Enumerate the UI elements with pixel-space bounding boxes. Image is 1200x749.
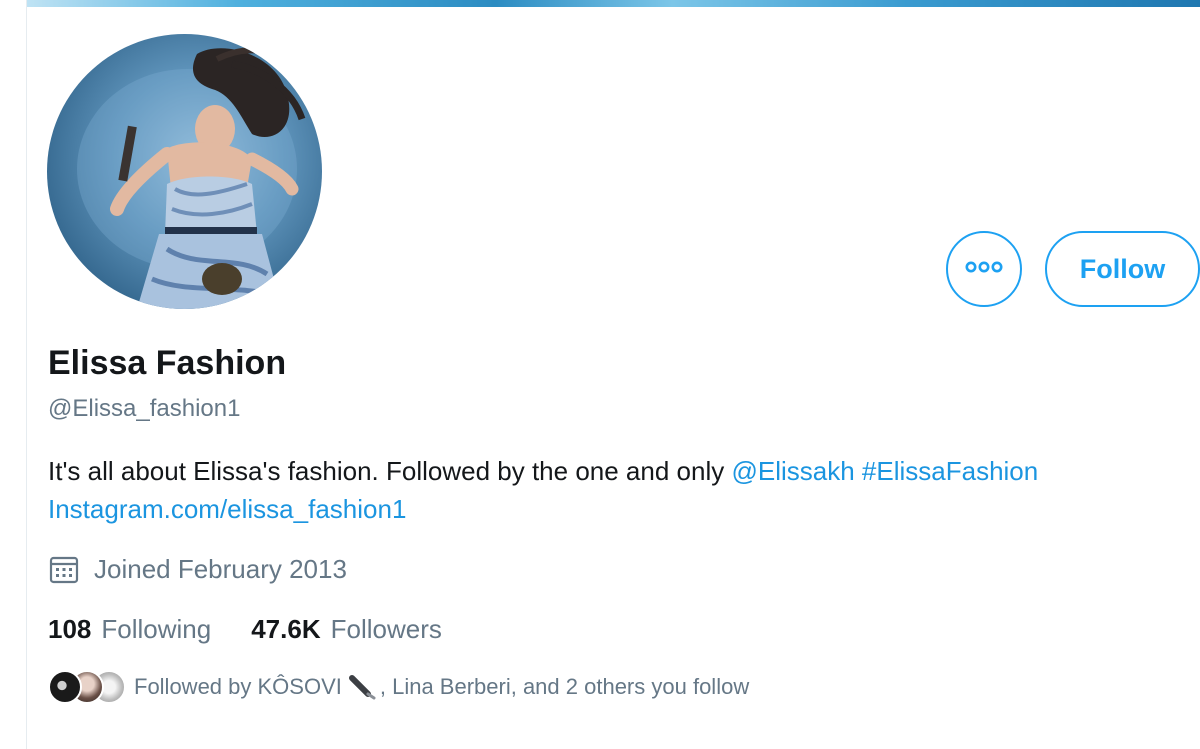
- more-options-icon: [964, 260, 1004, 279]
- joined-date-text: Joined February 2013: [94, 553, 347, 584]
- bio-hashtag-link[interactable]: #ElissaFashion: [862, 456, 1038, 486]
- followers-label: Followers: [330, 613, 442, 644]
- followed-by-text: Followed by KÔSOVI , Lina Berberi, and 2…: [134, 674, 749, 700]
- page-border: [26, 0, 27, 749]
- bio-text: It's all about Elissa's fashion. Followe…: [48, 456, 725, 486]
- followed-by-suffix: , Lina Berberi, and 2 others you follow: [379, 674, 750, 699]
- followers-stat-link[interactable]: 47.6K Followers: [251, 614, 442, 645]
- following-label: Following: [101, 613, 212, 644]
- followers-you-know[interactable]: Followed by KÔSOVI , Lina Berberi, and 2…: [48, 668, 749, 706]
- followed-by-prefix: Followed by KÔSOVI: [134, 674, 342, 699]
- follow-button[interactable]: Follow: [1045, 231, 1200, 307]
- profile-handle: @Elissa_fashion1: [48, 395, 241, 422]
- following-count: 108: [48, 613, 92, 644]
- profile-bio: It's all about Elissa's fashion. Followe…: [48, 452, 1188, 528]
- followers-count: 47.6K: [251, 613, 321, 644]
- following-stat-link[interactable]: 108 Following: [48, 614, 211, 645]
- profile-display-name: Elissa Fashion: [48, 344, 287, 382]
- header-banner-image[interactable]: [27, 0, 1200, 7]
- calendar-icon: [48, 553, 80, 585]
- profile-avatar[interactable]: [47, 34, 322, 309]
- profile-stats: 108 Following 47.6K Followers: [48, 611, 482, 647]
- more-options-button[interactable]: [946, 231, 1022, 307]
- bio-mention-link[interactable]: @Elissakh: [731, 456, 854, 486]
- microphone-icon: [348, 674, 378, 700]
- joined-date: Joined February 2013: [48, 552, 347, 586]
- bio-website-link[interactable]: Instagram.com/elissa_fashion1: [48, 494, 406, 524]
- avatar: [48, 670, 82, 704]
- mutual-follower-avatars: [48, 668, 134, 706]
